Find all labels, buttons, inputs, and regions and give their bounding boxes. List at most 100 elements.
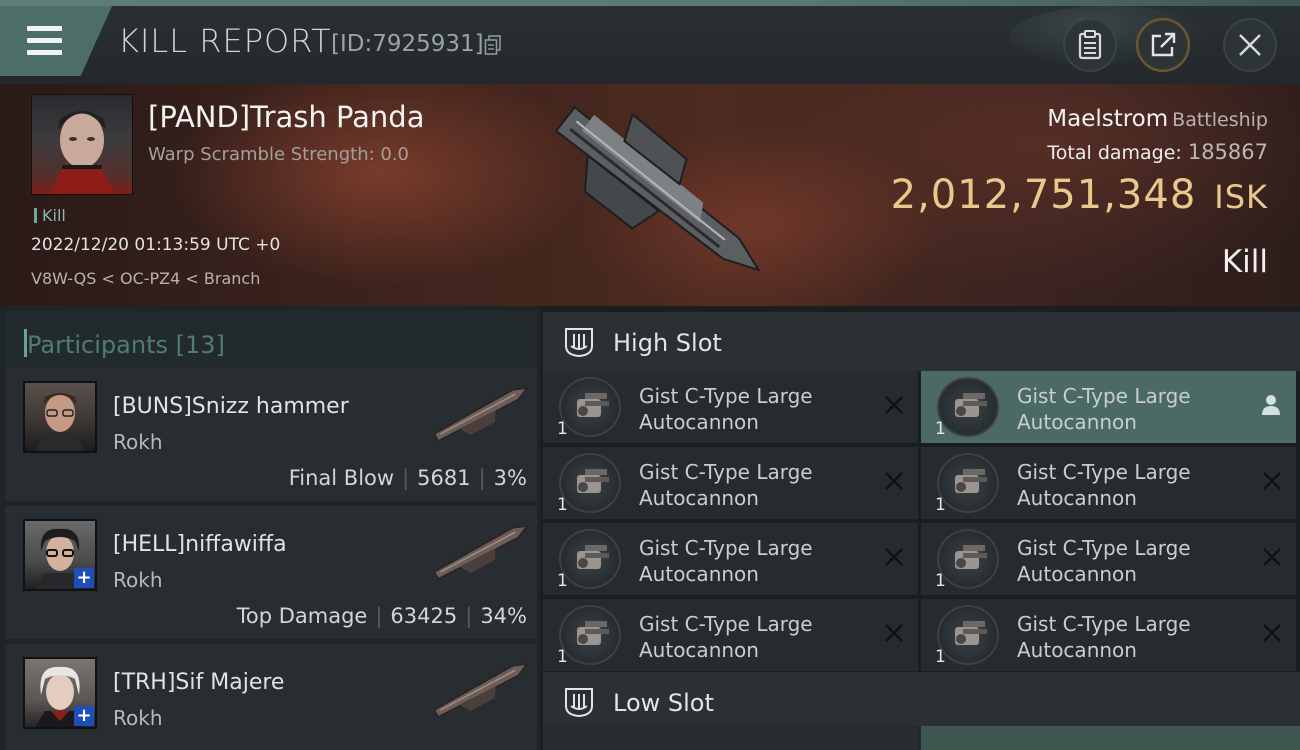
report-id: [ID:7925931] xyxy=(331,31,484,57)
participant-portrait xyxy=(23,381,97,453)
close-button[interactable] xyxy=(1223,18,1277,72)
module-name: Gist C-Type Large Autocannon xyxy=(1017,383,1257,435)
fitting-panel: High Slot 1 Gist C-Type Large Autocannon … xyxy=(543,306,1300,750)
isk-value: 2,012,751,348 ISK xyxy=(891,172,1268,218)
module-quantity: 1 xyxy=(935,495,946,515)
victim-ship[interactable]: Maelstrom Battleship xyxy=(1047,106,1268,132)
total-damage-label: Total damage: xyxy=(1047,142,1182,164)
destroyed-icon xyxy=(885,548,903,566)
low-slot-header: Low Slot xyxy=(543,672,1300,731)
total-damage: Total damage: 185867 xyxy=(1047,140,1268,164)
clipboard-button[interactable] xyxy=(1063,18,1117,72)
high-slot-icon xyxy=(565,328,593,358)
module-name: Gist C-Type Large Autocannon xyxy=(639,535,879,587)
participant-name: [BUNS]Snizz hammer xyxy=(113,394,349,419)
kill-tag: Kill xyxy=(34,206,66,225)
participant-name: [TRH]Sif Majere xyxy=(113,670,285,695)
participant-damage: 5681 xyxy=(417,466,471,490)
destroyed-icon xyxy=(885,396,903,414)
destroyed-icon xyxy=(885,624,903,642)
module-name-line2: Autocannon xyxy=(1017,486,1137,510)
ship-icon xyxy=(433,663,529,718)
module-name-line1: Gist C-Type Large xyxy=(1017,536,1191,560)
participant-portrait: + xyxy=(23,519,97,591)
module-name-line1: Gist C-Type Large xyxy=(639,612,813,636)
module-name: Gist C-Type Large Autocannon xyxy=(1017,459,1257,511)
module-name-line2: Autocannon xyxy=(639,486,759,510)
module-item[interactable]: 1 Gist C-Type Large Autocannon xyxy=(543,599,918,671)
participant-damage: 63425 xyxy=(390,604,458,628)
menu-button[interactable] xyxy=(0,6,112,76)
copy-icon[interactable] xyxy=(484,35,502,55)
ship-name: Maelstrom xyxy=(1047,106,1169,132)
module-name-line1: Gist C-Type Large xyxy=(639,460,813,484)
avatar xyxy=(35,393,85,451)
plus-icon: + xyxy=(74,568,94,588)
participant-ship: Rokh xyxy=(113,568,163,592)
destroyed-icon xyxy=(1263,548,1281,566)
victim-name[interactable]: [PAND]Trash Panda xyxy=(148,100,425,134)
module-item[interactable]: 1 Gist C-Type Large Autocannon xyxy=(921,599,1296,671)
participant-card[interactable]: + [HELL]niffawiffa Rokh Top Damage | 63425… xyxy=(5,506,537,639)
module-name: Gist C-Type Large Autocannon xyxy=(639,383,879,435)
module-quantity: 1 xyxy=(557,647,568,667)
module-name-line2: Autocannon xyxy=(1017,562,1137,586)
module-name-line1: Gist C-Type Large xyxy=(639,536,813,560)
module-name-line1: Gist C-Type Large xyxy=(1017,612,1191,636)
autocannon-icon xyxy=(937,529,999,589)
module-quantity: 1 xyxy=(557,571,568,591)
high-slot-label: High Slot xyxy=(613,329,722,357)
module-quantity: 1 xyxy=(557,495,568,515)
avatar xyxy=(50,111,114,194)
module-name-line1: Gist C-Type Large xyxy=(639,384,813,408)
module-name: Gist C-Type Large Autocannon xyxy=(639,611,879,663)
module-name: Gist C-Type Large Autocannon xyxy=(639,459,879,511)
participant-card[interactable]: + [TRH]Sif Majere Rokh xyxy=(5,644,537,750)
autocannon-icon xyxy=(559,529,621,589)
participant-name: [HELL]niffawiffa xyxy=(113,532,287,557)
victim-ship-image xyxy=(554,105,761,272)
page-title: KILL REPORT xyxy=(118,22,332,60)
autocannon-icon xyxy=(559,377,621,437)
destroyed-icon xyxy=(885,472,903,490)
participant-card[interactable]: [BUNS]Snizz hammer Rokh Final Blow | 5681 |… xyxy=(5,368,537,501)
close-icon xyxy=(1239,34,1261,56)
module-name-line2: Autocannon xyxy=(639,410,759,434)
module-name: Gist C-Type Large Autocannon xyxy=(1017,611,1257,663)
autocannon-icon xyxy=(559,605,621,665)
total-damage-value: 185867 xyxy=(1187,140,1268,164)
person-icon xyxy=(1262,395,1280,415)
share-button[interactable] xyxy=(1136,18,1190,72)
module-item[interactable] xyxy=(921,726,1300,750)
participants-label: Participants [13] xyxy=(24,329,225,359)
victim-portrait[interactable] xyxy=(31,94,133,195)
share-icon xyxy=(1151,32,1176,57)
module-item[interactable] xyxy=(543,726,918,750)
clipboard-icon xyxy=(1078,30,1102,60)
module-item[interactable]: 1 Gist C-Type Large Autocannon xyxy=(921,447,1296,519)
participant-percent: 34% xyxy=(480,604,527,628)
destroyed-icon xyxy=(1263,624,1281,642)
participants-panel: Participants [13] [BUNS]Snizz hammer Rok… xyxy=(0,306,540,750)
autocannon-icon xyxy=(937,377,999,437)
victim-banner: [PAND]Trash Panda Warp Scramble Strength… xyxy=(0,84,1300,306)
participants-header[interactable]: Participants [13] xyxy=(5,311,537,373)
ship-icon xyxy=(433,525,529,580)
autocannon-icon xyxy=(559,453,621,513)
module-item[interactable]: 1 Gist C-Type Large Autocannon xyxy=(921,523,1296,595)
module-name-line1: Gist C-Type Large xyxy=(1017,460,1191,484)
low-slot-list[interactable] xyxy=(543,726,1300,750)
participant-percent: 3% xyxy=(493,466,527,490)
autocannon-icon xyxy=(937,453,999,513)
module-item[interactable]: 1 Gist C-Type Large Autocannon xyxy=(921,371,1296,443)
module-name-line2: Autocannon xyxy=(639,562,759,586)
module-name-line1: Gist C-Type Large xyxy=(1017,384,1191,408)
module-item[interactable]: 1 Gist C-Type Large Autocannon xyxy=(543,523,918,595)
module-item[interactable]: 1 Gist C-Type Large Autocannon xyxy=(543,447,918,519)
kill-location[interactable]: V8W-QS < OC-PZ4 < Branch xyxy=(31,269,260,288)
high-slot-header: High Slot xyxy=(543,312,1300,371)
module-item[interactable]: 1 Gist C-Type Large Autocannon xyxy=(543,371,918,443)
result-label: Kill xyxy=(1221,244,1268,280)
kill-timestamp: 2022/12/20 01:13:59 UTC +0 xyxy=(31,235,281,255)
top-bar: KILL REPORT [ID:7925931] xyxy=(0,0,1300,84)
